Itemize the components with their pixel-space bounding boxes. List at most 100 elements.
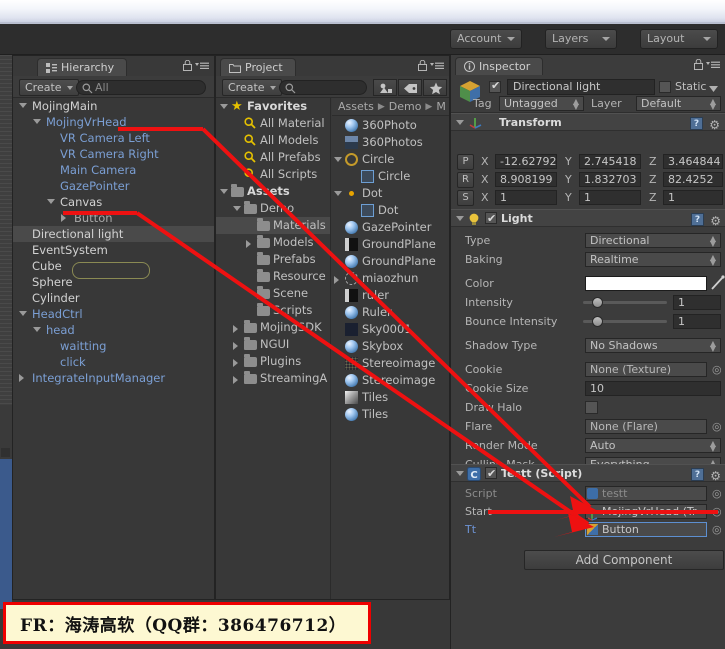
hierarchy-item-mojingmain[interactable]: MojingMain <box>13 98 214 114</box>
collapse-triangle-icon[interactable] <box>456 471 464 476</box>
tab-hierarchy[interactable]: Hierarchy <box>37 58 128 76</box>
expand-triangle-icon[interactable] <box>61 214 66 222</box>
transform-r-z-field[interactable]: 82.4252 <box>663 172 723 187</box>
layers-button[interactable]: Layers <box>545 29 617 49</box>
panel-menu-icon[interactable] <box>706 61 720 69</box>
collapse-triangle-icon[interactable] <box>334 191 342 196</box>
filter-by-label-button[interactable] <box>398 79 422 96</box>
scene-view-strip[interactable] <box>0 55 12 609</box>
transform-s-z-field[interactable]: 1 <box>663 190 723 205</box>
asset-item-sky0001[interactable]: Sky0001 <box>332 321 449 338</box>
transform-r-y-field[interactable]: 1.832703 <box>579 172 641 187</box>
project-tree-item-ngui[interactable]: NGUI <box>216 336 330 353</box>
collapse-triangle-icon[interactable] <box>19 311 27 316</box>
transform-row-button-s[interactable]: S <box>457 190 474 206</box>
collapse-triangle-icon[interactable] <box>233 206 241 211</box>
asset-item-360photo[interactable]: 360Photo <box>332 117 449 134</box>
hierarchy-item-cylinder[interactable]: Cylinder <box>13 290 214 306</box>
hierarchy-item-headctrl[interactable]: HeadCtrl <box>13 306 214 322</box>
hierarchy-item-integrateinputmanager[interactable]: IntegrateInputManager <box>13 370 214 386</box>
project-tree-item-all-models[interactable]: All Models <box>216 132 330 149</box>
asset-item-circle[interactable]: Circle <box>332 168 449 185</box>
object-picker-icon[interactable]: ◎ <box>712 363 722 376</box>
asset-item-ruler[interactable]: ruler <box>332 287 449 304</box>
add-component-button[interactable]: Add Component <box>524 550 724 570</box>
transform-row-button-r[interactable]: R <box>457 172 474 188</box>
script-fields[interactable]: Script testt ◎ Start MojingVrHead (Tr ◎ Tt Butt… <box>451 482 725 542</box>
collapse-triangle-icon[interactable] <box>19 103 27 108</box>
hierarchy-item-waitting[interactable]: waitting <box>13 338 214 354</box>
asset-item-dot[interactable]: Dot <box>332 202 449 219</box>
project-tree-item-prefabs[interactable]: Prefabs <box>216 251 330 268</box>
help-book-icon[interactable]: ? <box>690 117 703 130</box>
tab-inspector[interactable]: Inspector <box>455 57 544 75</box>
project-tree-item-assets[interactable]: Assets <box>216 183 330 200</box>
asset-item-gazepointer[interactable]: GazePointer <box>332 219 449 236</box>
project-tree-item-all-scripts[interactable]: All Scripts <box>216 166 330 183</box>
project-tree-item-scene[interactable]: Scene <box>216 285 330 302</box>
light-type-dropdown[interactable]: Directional ▲ ▼ <box>585 233 721 248</box>
hierarchy-item-eventsystem[interactable]: EventSystem <box>13 242 214 258</box>
collapse-triangle-icon[interactable] <box>47 199 55 204</box>
collapse-triangle-icon[interactable] <box>33 119 41 124</box>
object-picker-icon[interactable]: ◎ <box>712 523 722 536</box>
project-tree-item-models[interactable]: Models <box>216 234 330 251</box>
project-tree-item-favorites[interactable]: ★ Favorites <box>216 98 330 115</box>
lock-icon[interactable] <box>418 60 427 71</box>
light-intensity-value-field[interactable]: 1 <box>673 295 721 310</box>
expand-triangle-icon[interactable] <box>233 359 238 367</box>
transform-s-x-field[interactable]: 1 <box>495 190 557 205</box>
light-cookie-object-field[interactable]: None (Texture) <box>585 362 707 377</box>
light-component-header[interactable]: Light ? ⚙ <box>451 209 725 228</box>
object-picker-icon[interactable]: ◎ <box>712 487 722 500</box>
light-draw-halo-checkbox[interactable] <box>585 401 598 414</box>
expand-triangle-icon[interactable] <box>19 374 24 382</box>
hierarchy-search-input[interactable]: All <box>76 80 206 95</box>
transform-r-x-field[interactable]: 8.908199 <box>495 172 557 187</box>
transform-s-y-field[interactable]: 1 <box>579 190 641 205</box>
project-tree-item-streaminga[interactable]: StreamingA <box>216 370 330 387</box>
collapse-triangle-icon[interactable] <box>220 104 228 109</box>
project-asset-list[interactable]: 360Photo 360Photos Circle Circle Dot Dot GazeP… <box>332 117 449 599</box>
layer-dropdown[interactable]: Default ▲ ▼ <box>636 96 721 111</box>
panel-menu-icon[interactable] <box>195 62 209 70</box>
collapse-triangle-icon[interactable] <box>33 327 41 332</box>
project-tree-item-demo[interactable]: Demo <box>216 200 330 217</box>
hierarchy-item-canvas[interactable]: Canvas <box>13 194 214 210</box>
help-book-icon[interactable]: ? <box>691 213 704 226</box>
hierarchy-tree[interactable]: MojingMain MojingVrHead VR Camera Left VR C… <box>13 98 214 599</box>
light-enabled-checkbox[interactable] <box>485 210 497 228</box>
expand-triangle-icon[interactable] <box>233 376 238 384</box>
hierarchy-item-main-camera[interactable]: Main Camera <box>13 162 214 178</box>
hierarchy-item-button[interactable]: Button <box>13 210 214 226</box>
expand-triangle-icon[interactable] <box>334 276 339 284</box>
light-shadow-type-dropdown[interactable]: No Shadows ▲ ▼ <box>585 338 721 353</box>
collapse-triangle-icon[interactable] <box>220 189 228 194</box>
static-checkbox[interactable] <box>659 81 671 93</box>
breadcrumb-item[interactable]: Assets <box>338 98 374 116</box>
asset-item-stereoimage[interactable]: Stereoimage <box>332 372 449 389</box>
asset-item-groundplane[interactable]: GroundPlane <box>332 236 449 253</box>
object-picker-icon[interactable]: ◎ <box>712 420 722 433</box>
asset-item-stereoimage[interactable]: Stereoimage <box>332 355 449 372</box>
transform-p-y-field[interactable]: 2.745418 <box>579 154 641 169</box>
object-enabled-checkbox[interactable] <box>489 79 501 93</box>
collapse-triangle-icon[interactable] <box>456 216 464 221</box>
favorite-star-button[interactable] <box>423 79 447 96</box>
layout-button[interactable]: Layout <box>640 29 718 49</box>
script-component-header[interactable]: C Testt (Script) ? ⚙ <box>451 464 725 483</box>
transform-fields[interactable]: P X -12.62792 Y 2.745418 Z 3.464844 R X 8.908199 Y… <box>451 153 725 209</box>
collapse-triangle-icon[interactable] <box>456 120 464 125</box>
light-render-mode-dropdown[interactable]: Auto ▲ ▼ <box>585 438 721 453</box>
static-dropdown-icon[interactable] <box>709 86 718 92</box>
asset-item-ruler[interactable]: Ruler <box>332 304 449 321</box>
hierarchy-item-directional-light[interactable]: Directional light <box>13 226 214 242</box>
filter-by-type-button[interactable] <box>373 79 397 96</box>
light-color-swatch[interactable] <box>585 276 707 291</box>
transform-component-header[interactable]: Transform ? ⚙ <box>451 113 725 132</box>
transform-p-x-field[interactable]: -12.62792 <box>495 154 557 169</box>
asset-item-tiles[interactable]: Tiles <box>332 406 449 423</box>
eyedropper-icon[interactable] <box>711 275 725 294</box>
hierarchy-item-mojingvrhead[interactable]: MojingVrHead <box>13 114 214 130</box>
tag-dropdown[interactable]: Untagged ▲ ▼ <box>499 96 584 111</box>
